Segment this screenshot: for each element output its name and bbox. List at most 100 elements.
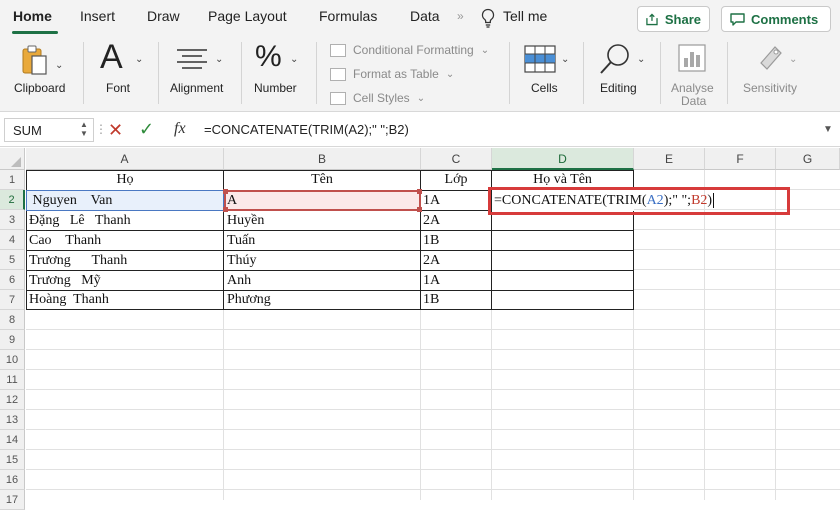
conditional-formatting-button[interactable]: Conditional Formatting ⌄ [330, 43, 489, 57]
cell-styles-icon [330, 91, 346, 105]
row-header-8[interactable]: 8 [0, 310, 25, 330]
cell-b1[interactable]: Tên [224, 170, 420, 190]
name-box-value: SUM [13, 123, 42, 138]
tab-home[interactable]: Home [13, 8, 52, 24]
tell-me-search[interactable]: Tell me [503, 8, 547, 24]
row-header-2[interactable]: 2 [0, 190, 25, 210]
cell-c1[interactable]: Lớp [421, 170, 491, 190]
conditional-formatting-label: Conditional Formatting [353, 43, 474, 57]
editing-label: Editing [600, 81, 637, 95]
cell-styles-label: Cell Styles [353, 91, 410, 105]
cell-c2[interactable]: 1A [423, 191, 490, 211]
column-header-a[interactable]: A [26, 148, 224, 170]
row-header-17[interactable]: 17 [0, 490, 25, 510]
gridline [775, 170, 776, 500]
gridline [26, 489, 840, 490]
cell-a2[interactable]: Nguyen Van [29, 191, 222, 211]
cell-c5[interactable]: 2A [423, 251, 490, 271]
tab-data[interactable]: Data [410, 8, 440, 24]
sensitivity-icon [760, 46, 782, 70]
row-header-4[interactable]: 4 [0, 230, 25, 250]
font-icon: A [100, 38, 123, 76]
tab-page-layout[interactable]: Page Layout [208, 8, 287, 24]
more-tabs-icon[interactable]: » [457, 9, 464, 23]
row-header-13[interactable]: 13 [0, 410, 25, 430]
column-header-e[interactable]: E [634, 148, 705, 170]
analyse-data-label-line1: Analyse [671, 81, 714, 95]
share-label: Share [664, 11, 701, 27]
row-header-15[interactable]: 15 [0, 450, 25, 470]
cell-b2[interactable]: A [227, 191, 419, 211]
row-header-6[interactable]: 6 [0, 270, 25, 290]
row-header-9[interactable]: 9 [0, 330, 25, 350]
formula-input[interactable]: =CONCATENATE(TRIM(A2);" ";B2) [204, 122, 409, 137]
annotation-highlight-box [488, 187, 790, 215]
cell-c6[interactable]: 1A [423, 271, 490, 291]
expand-formula-bar-icon[interactable]: ▼ [823, 124, 833, 135]
row-header-3[interactable]: 3 [0, 210, 25, 230]
conditional-formatting-icon [330, 43, 346, 57]
tab-insert[interactable]: Insert [80, 8, 115, 24]
format-as-table-icon [330, 67, 346, 81]
ribbon-divider [83, 42, 84, 104]
select-all-corner[interactable] [0, 148, 25, 170]
insert-function-icon[interactable]: fx [174, 120, 186, 138]
ribbon-divider [241, 42, 242, 104]
confirm-entry-icon[interactable]: ✓ [139, 119, 154, 140]
cell-a4[interactable]: Cao Thanh [29, 231, 222, 251]
gridline [704, 170, 705, 500]
tab-draw[interactable]: Draw [147, 8, 180, 24]
cell-styles-button[interactable]: Cell Styles ⌄ [330, 91, 425, 105]
gridline [634, 269, 840, 270]
row-header-7[interactable]: 7 [0, 290, 25, 310]
row-header-10[interactable]: 10 [0, 350, 25, 370]
cell-c7[interactable]: 1B [423, 290, 490, 310]
cell-a3[interactable]: Đặng Lê Thanh [29, 211, 222, 231]
name-box-stepper-icon[interactable]: ▲ ▼ [80, 120, 88, 138]
row-header-16[interactable]: 16 [0, 470, 25, 490]
cell-a5[interactable]: Trương Thanh [29, 251, 222, 271]
formula-bar-grip-icon: ⋮ [95, 122, 107, 136]
cell-c3[interactable]: 2A [423, 211, 490, 231]
cell-a7[interactable]: Hoàng Thanh [29, 290, 222, 310]
cells-icon [524, 45, 556, 73]
clipboard-icon [22, 45, 47, 75]
column-header-f[interactable]: F [705, 148, 776, 170]
cells-label: Cells [531, 81, 558, 95]
analyse-data-label-line2: Data [681, 94, 707, 108]
cell-b4[interactable]: Tuấn [227, 231, 419, 251]
clipboard-dropdown-icon: ⌄ [55, 60, 64, 71]
row-header-12[interactable]: 12 [0, 390, 25, 410]
cell-b6[interactable]: Anh [227, 271, 419, 291]
cancel-entry-icon[interactable]: ✕ [108, 120, 123, 141]
cell-b5[interactable]: Thúy [227, 251, 419, 271]
column-header-c[interactable]: C [421, 148, 492, 170]
column-header-b[interactable]: B [224, 148, 421, 170]
gridline [26, 449, 840, 450]
ribbon-divider [316, 42, 317, 104]
column-header-d[interactable]: D [492, 148, 634, 170]
cell-b3[interactable]: Huyền [227, 211, 419, 231]
alignment-label: Alignment [170, 81, 224, 95]
gridline [26, 349, 840, 350]
cell-a6[interactable]: Trương Mỹ [29, 271, 222, 291]
comments-button[interactable]: Comments [721, 6, 831, 32]
cell-c4[interactable]: 1B [423, 231, 490, 251]
share-button[interactable]: Share [637, 6, 710, 32]
row-header-11[interactable]: 11 [0, 370, 25, 390]
cell-b7[interactable]: Phương [227, 290, 419, 310]
format-as-table-button[interactable]: Format as Table ⌄ [330, 67, 454, 81]
ribbon-divider [583, 42, 584, 104]
row-header-1[interactable]: 1 [0, 170, 25, 190]
format-as-table-label: Format as Table [353, 67, 439, 81]
row-header-5[interactable]: 5 [0, 250, 25, 270]
gridline [634, 249, 840, 250]
select-all-triangle-icon [11, 157, 21, 167]
editing-dropdown-icon: ⌄ [637, 54, 646, 65]
formula-bar: SUM ▲ ▼ ⋮ ✕ ✓ fx =CONCATENATE(TRIM(A2);" … [0, 113, 840, 147]
comments-label: Comments [751, 11, 819, 27]
tab-formulas[interactable]: Formulas [319, 8, 377, 24]
column-header-g[interactable]: G [776, 148, 840, 170]
cell-a1[interactable]: Họ [27, 170, 223, 190]
row-header-14[interactable]: 14 [0, 430, 25, 450]
